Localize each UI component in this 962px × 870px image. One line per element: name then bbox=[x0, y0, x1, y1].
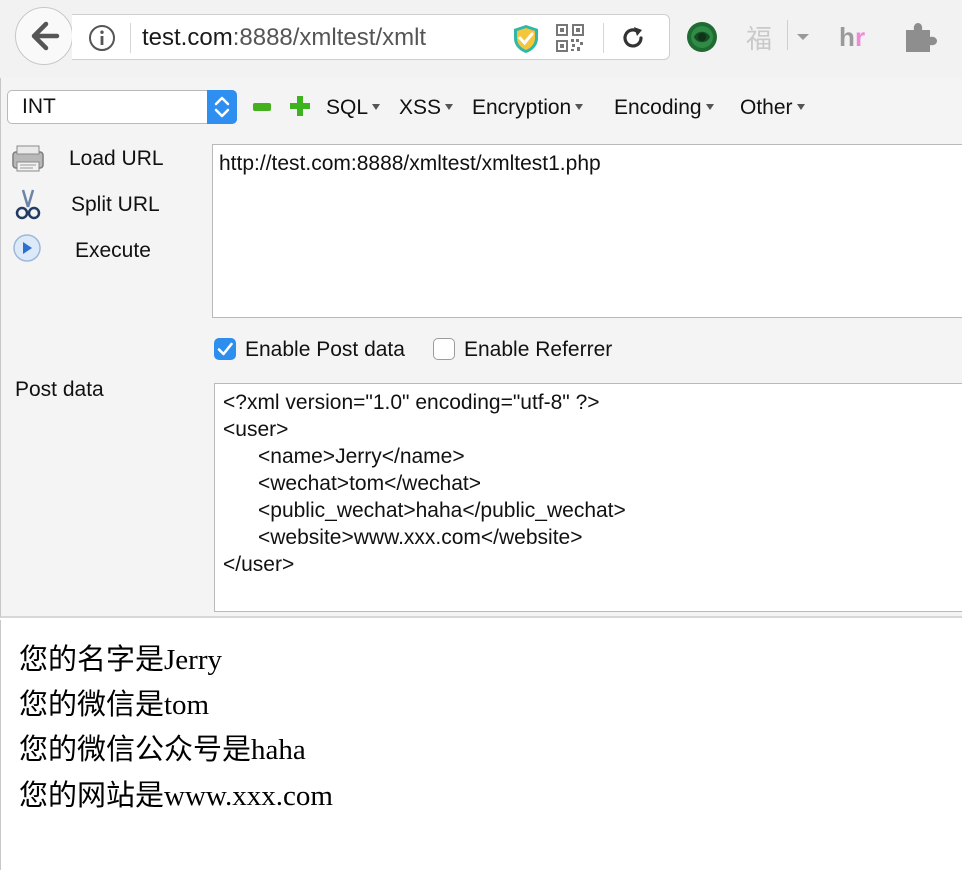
hr-extension-icon[interactable]: h r bbox=[838, 22, 874, 52]
svg-text:r: r bbox=[855, 22, 865, 52]
post-data-line: <wechat>tom</wechat> bbox=[223, 472, 481, 495]
output-line: 您的名字是Jerry bbox=[19, 644, 222, 676]
url-text[interactable]: test.com:8888/xmltest/xmlt bbox=[142, 24, 464, 52]
decrease-button[interactable] bbox=[253, 103, 271, 111]
caret-down-icon bbox=[796, 104, 805, 110]
caret-down-icon bbox=[575, 104, 584, 110]
hackbar-panel: INT SQL XSS Encryption Encoding Other Lo… bbox=[0, 78, 962, 618]
scissors-icon bbox=[15, 189, 41, 220]
menu-sql-label: SQL bbox=[326, 96, 369, 119]
chevron-down-icon[interactable] bbox=[796, 33, 810, 41]
page-output: 您的名字是Jerry 您的微信是tom 您的微信公众号是haha 您的网站是ww… bbox=[0, 620, 962, 870]
back-arrow-icon bbox=[31, 21, 60, 51]
load-url-button[interactable]: Load URL bbox=[11, 142, 191, 176]
post-data-line: <user> bbox=[223, 418, 289, 441]
play-icon bbox=[13, 234, 41, 262]
svg-text:福: 福 bbox=[746, 25, 772, 54]
caret-down-icon bbox=[445, 104, 454, 110]
load-url-icon bbox=[12, 145, 44, 172]
menu-xss-label: XSS bbox=[399, 96, 442, 119]
shield-icon[interactable] bbox=[512, 24, 540, 54]
svg-text:h: h bbox=[839, 22, 855, 52]
post-data-line: <name>Jerry</name> bbox=[223, 445, 465, 468]
browser-toolbar: test.com:8888/xmltest/xmlt 福 h r bbox=[0, 0, 962, 78]
url-textarea-value: http://test.com:8888/xmltest/xmltest1.ph… bbox=[219, 152, 601, 175]
split-url-button[interactable]: Split URL bbox=[11, 188, 191, 222]
url-bar[interactable]: test.com:8888/xmltest/xmlt bbox=[72, 14, 670, 60]
type-select[interactable]: INT bbox=[7, 90, 237, 124]
enable-post-label: Enable Post data bbox=[245, 338, 405, 361]
post-data-line: <public_wechat>haha</public_wechat> bbox=[223, 499, 626, 522]
enable-referrer-checkbox[interactable]: Enable Referrer bbox=[433, 337, 643, 365]
url-host: test.com bbox=[142, 24, 233, 51]
execute-button[interactable]: Execute bbox=[11, 234, 191, 268]
reload-icon[interactable] bbox=[620, 25, 646, 51]
output-line: 您的微信公众号是haha bbox=[19, 734, 306, 766]
back-button[interactable] bbox=[15, 7, 73, 65]
type-select-value: INT bbox=[22, 95, 56, 118]
checkbox-unchecked[interactable] bbox=[433, 338, 455, 360]
output-line: 您的微信是tom bbox=[19, 689, 210, 721]
menu-xss[interactable]: XSS bbox=[399, 95, 454, 121]
select-arrows-icon[interactable] bbox=[207, 90, 237, 124]
menu-encoding[interactable]: Encoding bbox=[614, 95, 714, 121]
puzzle-extension-icon[interactable] bbox=[902, 20, 938, 54]
post-data-line: <website>www.xxx.com</website> bbox=[223, 526, 583, 549]
info-icon[interactable] bbox=[88, 24, 116, 52]
url-path: :8888/xmltest/xmlt bbox=[232, 24, 427, 51]
split-url-label: Split URL bbox=[71, 193, 160, 216]
enable-post-checkbox[interactable]: Enable Post data bbox=[214, 337, 424, 365]
output-line: 您的网站是www.xxx.com bbox=[19, 780, 333, 812]
checkbox-checked[interactable] bbox=[214, 338, 236, 360]
menu-other[interactable]: Other bbox=[740, 95, 805, 121]
url-textarea[interactable]: http://test.com:8888/xmltest/xmltest1.ph… bbox=[212, 144, 962, 318]
menu-sql[interactable]: SQL bbox=[326, 95, 381, 121]
post-data-label: Post data bbox=[15, 378, 104, 401]
caret-down-icon bbox=[705, 104, 714, 110]
increase-button[interactable] bbox=[290, 96, 310, 116]
caret-down-icon bbox=[372, 104, 381, 110]
execute-label: Execute bbox=[75, 239, 151, 262]
enable-referrer-label: Enable Referrer bbox=[464, 338, 613, 361]
fu-extension-icon[interactable]: 福 bbox=[742, 22, 776, 54]
menu-encryption[interactable]: Encryption bbox=[472, 95, 584, 121]
checkmark-icon bbox=[217, 342, 233, 356]
qr-code-icon[interactable] bbox=[556, 24, 584, 52]
url-divider bbox=[603, 23, 604, 53]
post-data-textarea[interactable]: <?xml version="1.0" encoding="utf-8" ?> … bbox=[214, 383, 962, 612]
menu-encoding-label: Encoding bbox=[614, 96, 702, 119]
green-orb-extension-icon[interactable] bbox=[685, 20, 719, 54]
menu-encryption-label: Encryption bbox=[472, 96, 572, 119]
menu-other-label: Other bbox=[740, 96, 793, 119]
load-url-label: Load URL bbox=[69, 147, 164, 170]
toolbar-divider bbox=[787, 20, 788, 50]
post-data-line: </user> bbox=[223, 553, 295, 576]
url-divider bbox=[130, 23, 131, 53]
post-data-line: <?xml version="1.0" encoding="utf-8" ?> bbox=[223, 391, 600, 414]
